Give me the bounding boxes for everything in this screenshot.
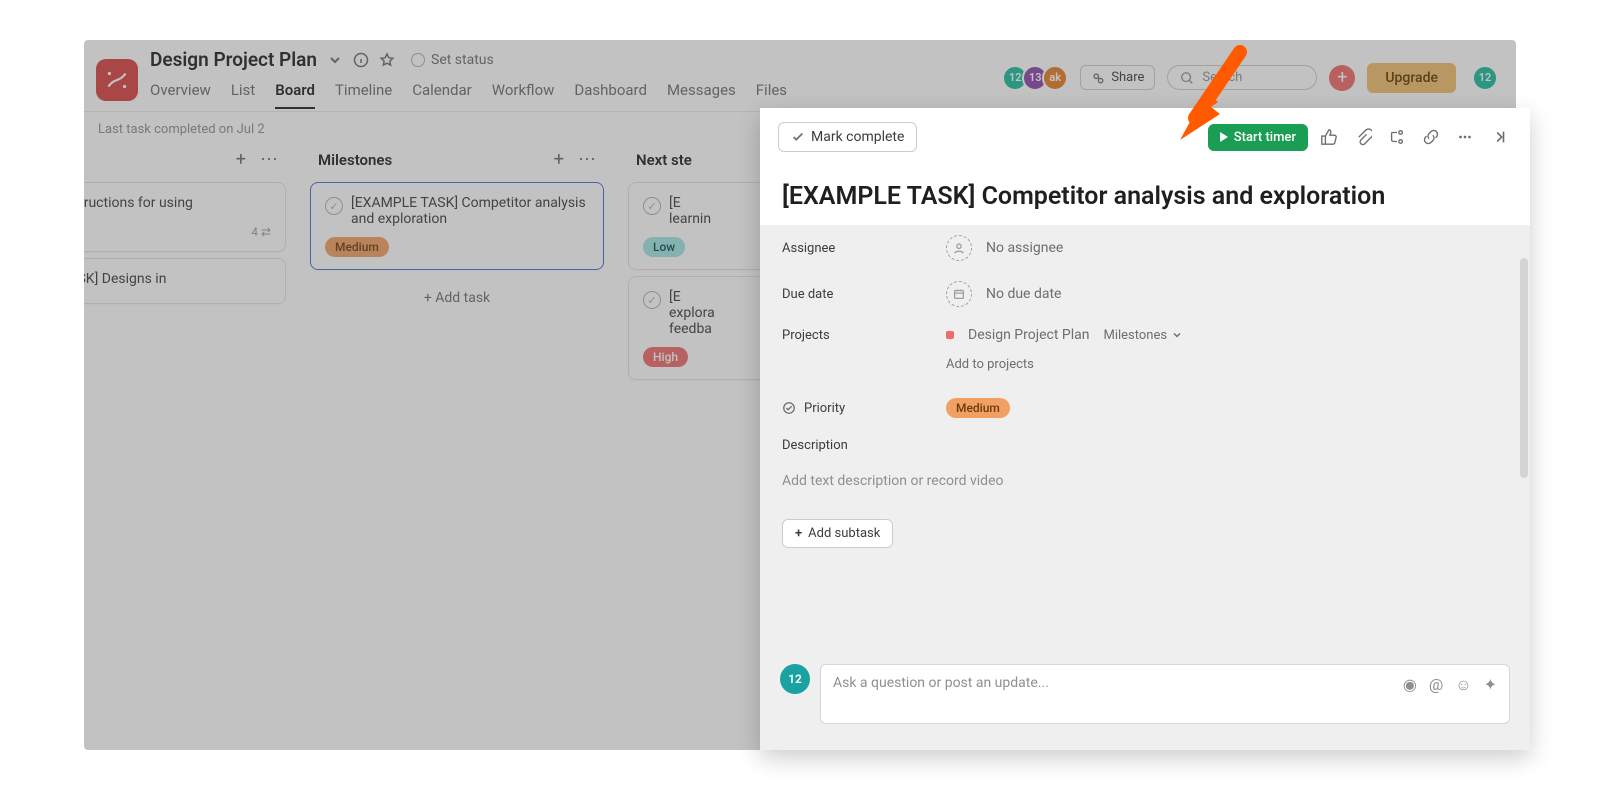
- start-timer-button[interactable]: Start timer: [1208, 124, 1308, 151]
- emoji-icon[interactable]: ☺: [1455, 675, 1471, 695]
- comment-input[interactable]: Ask a question or post an update... ◉ @ …: [820, 664, 1510, 724]
- assignee-value[interactable]: No assignee: [946, 235, 1063, 261]
- project-color-dot: [946, 331, 954, 339]
- task-title[interactable]: [EXAMPLE TASK] Competitor analysis and e…: [760, 166, 1530, 225]
- detail-body: Assignee No assignee Due date No due dat…: [760, 225, 1530, 654]
- mark-complete-label: Mark complete: [811, 129, 904, 145]
- description-input[interactable]: Add text description or record video: [782, 463, 1508, 519]
- task-detail-pane: Mark complete Start timer [EXAMPLE TASK]…: [760, 108, 1530, 750]
- project-section-select[interactable]: Milestones: [1103, 328, 1183, 343]
- add-subtask-button[interactable]: + Add subtask: [782, 519, 893, 548]
- comment-avatar[interactable]: 12: [780, 664, 810, 694]
- mark-complete-button[interactable]: Mark complete: [778, 122, 917, 152]
- due-date-label: Due date: [782, 287, 922, 302]
- attachment-icon[interactable]: [1350, 124, 1376, 150]
- start-timer-label: Start timer: [1234, 130, 1296, 145]
- close-panel-icon[interactable]: [1486, 124, 1512, 150]
- link-icon[interactable]: [1418, 124, 1444, 150]
- priority-label: Priority: [782, 401, 922, 416]
- more-icon[interactable]: [1452, 124, 1478, 150]
- record-icon[interactable]: ◉: [1403, 675, 1417, 695]
- assignee-icon: [946, 235, 972, 261]
- mention-icon[interactable]: @: [1429, 675, 1443, 695]
- subtask-icon[interactable]: [1384, 124, 1410, 150]
- priority-value[interactable]: Medium: [946, 398, 1010, 418]
- calendar-icon: [946, 281, 972, 307]
- assignee-label: Assignee: [782, 241, 922, 256]
- appreciation-icon[interactable]: ✦: [1484, 675, 1497, 695]
- project-name: Design Project Plan: [968, 327, 1089, 343]
- play-icon: [1220, 132, 1228, 142]
- projects-value[interactable]: Design Project Plan Milestones: [946, 327, 1183, 343]
- scrollbar[interactable]: [1520, 258, 1528, 478]
- priority-chip: Medium: [946, 398, 1010, 418]
- due-date-value[interactable]: No due date: [946, 281, 1061, 307]
- detail-header: Mark complete Start timer: [760, 108, 1530, 166]
- comment-composer: 12 Ask a question or post an update... ◉…: [760, 654, 1530, 750]
- description-label: Description: [782, 438, 922, 453]
- projects-label: Projects: [782, 328, 922, 343]
- add-to-projects-button[interactable]: Add to projects: [782, 353, 1508, 388]
- like-icon[interactable]: [1316, 124, 1342, 150]
- comment-placeholder: Ask a question or post an update...: [833, 675, 1049, 691]
